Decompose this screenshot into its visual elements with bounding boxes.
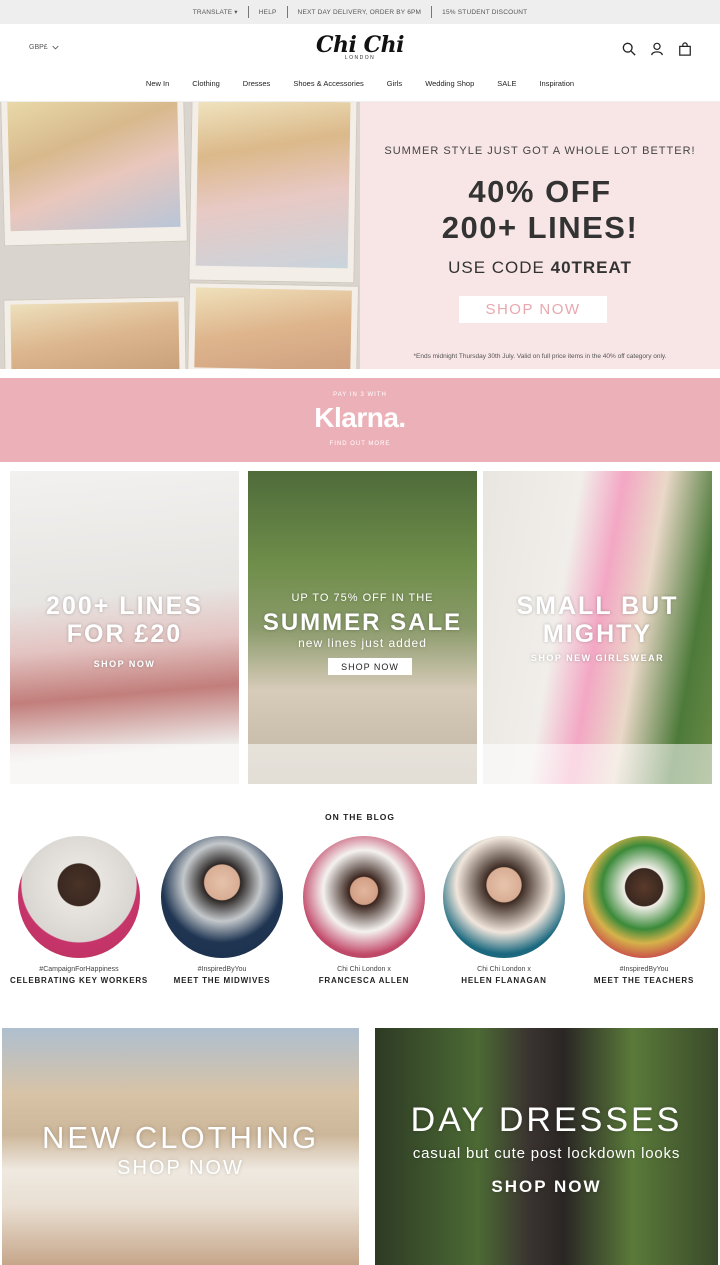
code-prefix: USE CODE [448,258,551,277]
banner-new-clothing[interactable]: NEW CLOTHING SHOP NOW [2,1028,359,1265]
tile-cta[interactable]: SHOP NEW GIRLSWEAR [483,653,712,663]
tile-shop-now-button[interactable]: SHOP NOW [328,658,412,675]
blog-tag: #InspiredByYou [619,966,669,973]
hero-banner[interactable]: SUMMER STYLE JUST GOT A WHOLE LOT BETTER… [0,102,720,369]
tile-fade [248,744,477,784]
blog-title: MEET THE MIDWIVES [173,976,271,985]
photo-frame [186,282,360,369]
banner-title: DAY DRESSES [410,1101,683,1139]
blog-item-teachers[interactable]: #InspiredByYou MEET THE TEACHERS [574,836,714,985]
nav-wedding-shop[interactable]: Wedding Shop [425,79,474,88]
blog-image [303,836,425,958]
banner-day-dresses[interactable]: DAY DRESSES casual but cute post lockdow… [375,1028,718,1265]
promo-tile-girlswear[interactable]: SMALL BUT MIGHTY SHOP NEW GIRLSWEAR [483,471,712,784]
tile-pretitle: UP TO 75% OFF IN THE [291,592,434,604]
blog-title: HELEN FLANAGAN [461,976,547,985]
blog-tag: Chi Chi London x [337,966,391,973]
blog-title: FRANCESCA ALLEN [318,976,410,985]
banner-title: NEW CLOTHING [41,1120,320,1155]
tile-subtitle: new lines just added [298,636,427,650]
site-logo[interactable]: Chi Chi LONDON [0,32,720,61]
hero-shop-now-button[interactable]: SHOP NOW [459,296,607,323]
tile-title-line2: MIGHTY [542,620,653,648]
main-nav: New In Clothing Dresses Shoes & Accessor… [0,79,720,88]
nav-new-in[interactable]: New In [146,79,169,88]
klarna-banner[interactable]: PAY IN 3 WITH Klarna. FIND OUT MORE [0,378,720,462]
blog-section-title: ON THE BLOG [324,812,396,822]
blog-title: CELEBRATING KEY WORKERS [9,976,149,985]
promo-tile-summer-sale[interactable]: UP TO 75% OFF IN THE SUMMER SALE new lin… [248,471,477,784]
hero-copy: SUMMER STYLE JUST GOT A WHOLE LOT BETTER… [360,102,720,369]
blog-image [443,836,565,958]
tile-fade [10,744,239,784]
nav-inspiration[interactable]: Inspiration [539,79,574,88]
klarna-logo: Klarna. [314,402,406,433]
tile-cta[interactable]: SHOP NOW [10,659,239,669]
hero-headline-line2: 200+ LINES! [441,210,639,245]
photo-frame [0,102,188,247]
nav-clothing[interactable]: Clothing [192,79,220,88]
blog-image [161,836,283,958]
blog-item-francesca-allen[interactable]: Chi Chi London x FRANCESCA ALLEN [294,836,434,985]
hero-code: USE CODE 40TREAT [360,258,720,278]
klarna-pay-text: PAY IN 3 WITH [333,392,387,398]
logo-subtext: LONDON [344,55,376,61]
blog-image [18,836,140,958]
nav-girls[interactable]: Girls [387,79,402,88]
delivery-link[interactable]: NEXT DAY DELIVERY, ORDER BY 6PM [288,9,432,16]
banner-subtitle: casual but cute post lockdown looks [412,1145,681,1162]
translate-link[interactable]: TRANSLATE ▾ [183,8,248,16]
blog-item-key-workers[interactable]: #CampaignForHappiness CELEBRATING KEY WO… [9,836,149,985]
tile-title-line1: 200+ LINES [46,592,203,620]
blog-item-helen-flanagan[interactable]: Chi Chi London x HELEN FLANAGAN [434,836,574,985]
banner-cta[interactable]: SHOP NOW [375,1177,718,1197]
hero-tagline: SUMMER STYLE JUST GOT A WHOLE LOT BETTER… [384,145,696,157]
bag-icon[interactable] [678,42,692,56]
account-icon[interactable] [650,42,664,56]
tile-title: SUMMER SALE [262,609,463,636]
nav-dresses[interactable]: Dresses [243,79,271,88]
tile-title-line2: FOR £20 [66,620,183,648]
blog-tag: #CampaignForHappiness [39,966,119,973]
photo-frame [3,296,187,369]
klarna-find-out-more[interactable]: FIND OUT MORE [0,441,720,447]
photo-frame [188,102,358,284]
nav-shoes-accessories[interactable]: Shoes & Accessories [293,79,363,88]
blog-item-midwives[interactable]: #InspiredByYou MEET THE MIDWIVES [152,836,292,985]
blog-title: MEET THE TEACHERS [593,976,695,985]
promo-tile-200-lines[interactable]: 200+ LINES FOR £20 SHOP NOW [10,471,239,784]
header-icons [622,42,692,56]
banner-cta[interactable]: SHOP NOW [2,1157,359,1180]
blog-tag: Chi Chi London x [477,966,531,973]
site-header: GBP£ Chi Chi LONDON New In Clothing Dres… [0,24,720,102]
blog-tag: #InspiredByYou [197,966,247,973]
tile-title-line1: SMALL BUT [516,592,679,620]
hero-terms: *Ends midnight Thursday 30th July. Valid… [413,353,667,360]
help-link[interactable]: HELP [249,9,287,16]
announcement-bar: TRANSLATE ▾ HELP NEXT DAY DELIVERY, ORDE… [0,0,720,24]
tile-title: SMALL BUT MIGHTY [483,592,712,648]
promo-code: 40TREAT [550,258,632,277]
hero-headline-line1: 40% OFF [468,174,612,209]
nav-sale[interactable]: SALE [497,79,516,88]
blog-image [583,836,705,958]
hero-headline: 40% OFF 200+ LINES! [360,174,720,246]
tile-title: 200+ LINES FOR £20 [10,592,239,648]
hero-photo-collage [0,102,360,369]
search-icon[interactable] [622,42,636,56]
student-discount-link[interactable]: 15% STUDENT DISCOUNT [432,9,537,16]
tile-fade [483,744,712,784]
